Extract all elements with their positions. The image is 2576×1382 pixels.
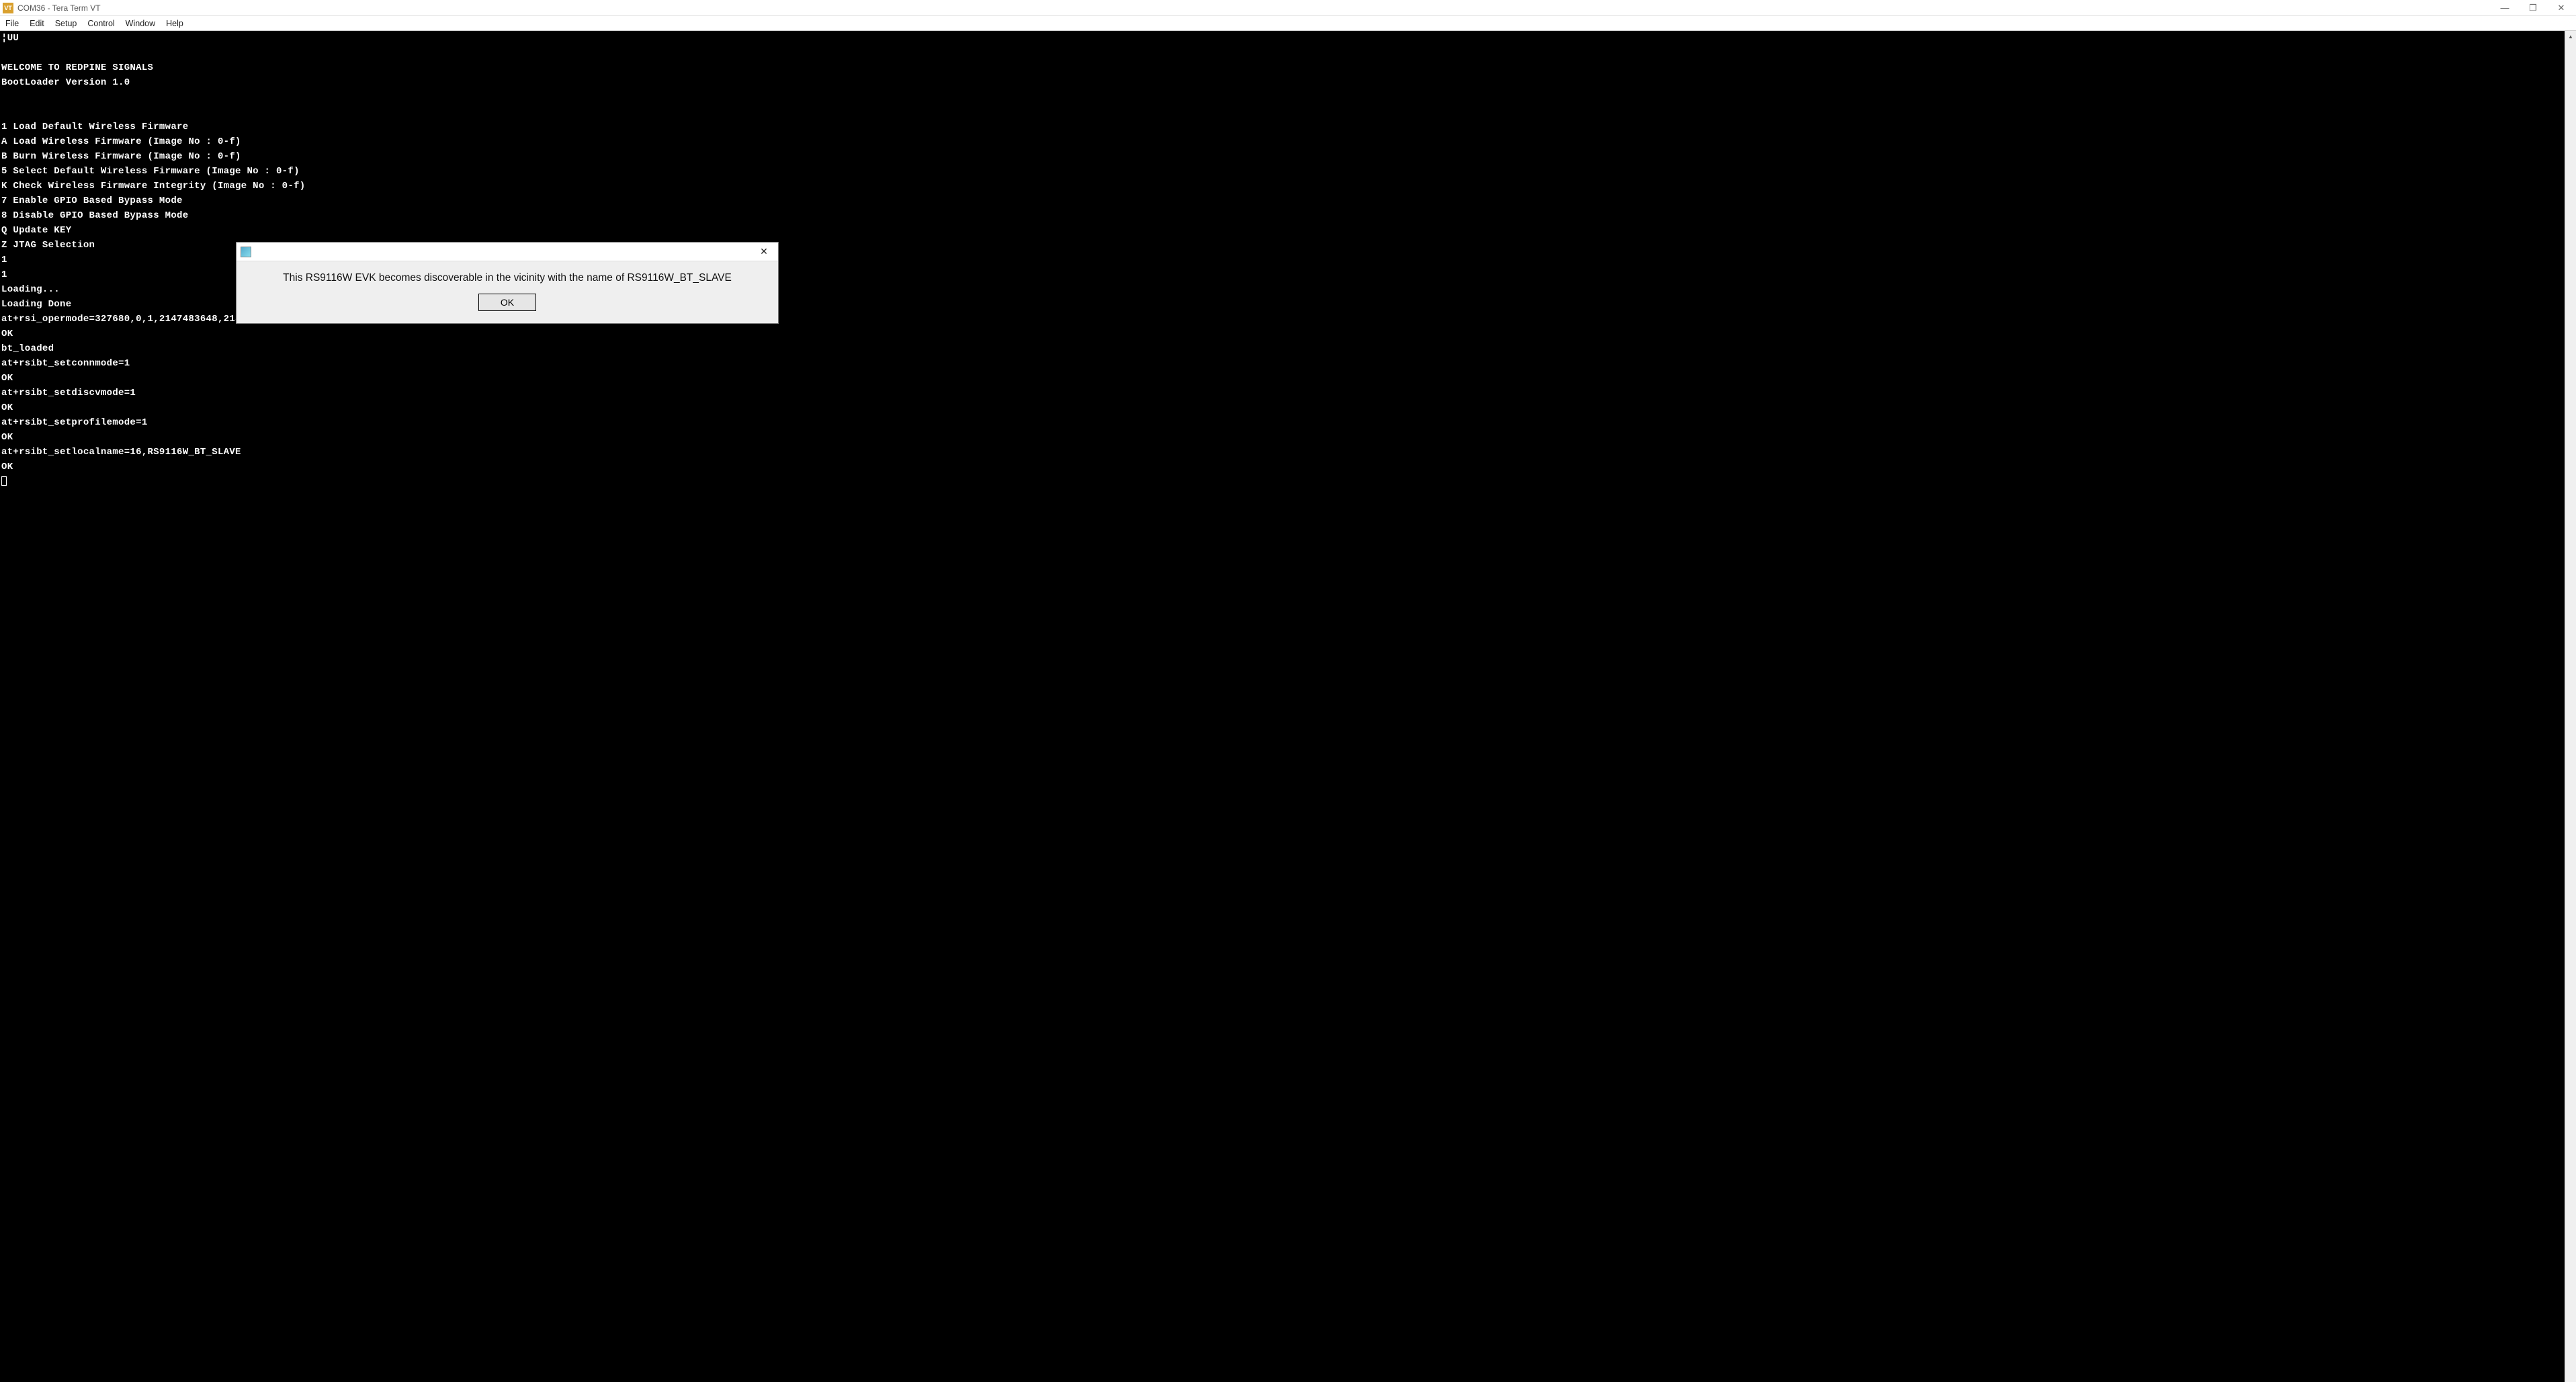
window-controls: — ❐ ✕ [2497, 3, 2573, 13]
terminal-line: BootLoader Version 1.0 [1, 75, 2563, 90]
scroll-up-icon[interactable]: ▲ [2565, 31, 2576, 42]
terminal-line: at+rsibt_setprofilemode=1 [1, 415, 2563, 430]
terminal-line: 8 Disable GPIO Based Bypass Mode [1, 208, 2563, 223]
dialog-body: This RS9116W EVK becomes discoverable in… [237, 261, 778, 323]
terminal-line: ¦UU [1, 31, 2563, 46]
menu-edit[interactable]: Edit [30, 19, 44, 28]
titlebar: VT COM36 - Tera Term VT — ❐ ✕ [0, 0, 2576, 16]
terminal[interactable]: ¦UU WELCOME TO REDPINE SIGNALSBootLoader… [0, 31, 2565, 1382]
terminal-line: at+rsibt_setdiscvmode=1 [1, 386, 2563, 400]
terminal-line: B Burn Wireless Firmware (Image No : 0-f… [1, 149, 2563, 164]
terminal-line [1, 90, 2563, 105]
terminal-line: at+rsibt_setconnmode=1 [1, 356, 2563, 371]
message-dialog: ✕ This RS9116W EVK becomes discoverable … [236, 242, 779, 324]
terminal-line: OK [1, 371, 2563, 386]
window-title: COM36 - Tera Term VT [17, 3, 2497, 13]
ok-button[interactable]: OK [478, 294, 536, 311]
terminal-line: K Check Wireless Firmware Integrity (Ima… [1, 179, 2563, 193]
terminal-line: bt_loaded [1, 341, 2563, 356]
terminal-wrapper: ¦UU WELCOME TO REDPINE SIGNALSBootLoader… [0, 31, 2576, 1382]
close-button[interactable]: ✕ [2553, 3, 2569, 13]
terminal-line: Q Update KEY [1, 223, 2563, 238]
terminal-line: at+rsibt_setlocalname=16,RS9116W_BT_SLAV… [1, 445, 2563, 460]
terminal-line: OK [1, 430, 2563, 445]
terminal-line: 5 Select Default Wireless Firmware (Imag… [1, 164, 2563, 179]
terminal-line: WELCOME TO REDPINE SIGNALS [1, 60, 2563, 75]
terminal-line: 7 Enable GPIO Based Bypass Mode [1, 193, 2563, 208]
menubar: File Edit Setup Control Window Help [0, 16, 2576, 31]
terminal-line [1, 46, 2563, 60]
maximize-button[interactable]: ❐ [2525, 3, 2541, 13]
terminal-line: OK [1, 460, 2563, 474]
terminal-line [1, 105, 2563, 120]
terminal-cursor-line [1, 474, 2563, 489]
menu-help[interactable]: Help [166, 19, 183, 28]
scrollbar[interactable]: ▲ [2565, 31, 2576, 1382]
terminal-line: 1 Load Default Wireless Firmware [1, 120, 2563, 134]
menu-window[interactable]: Window [126, 19, 155, 28]
app-icon: VT [3, 3, 13, 13]
menu-file[interactable]: File [5, 19, 19, 28]
dialog-message: This RS9116W EVK becomes discoverable in… [250, 271, 765, 294]
minimize-button[interactable]: — [2497, 3, 2513, 13]
terminal-line: OK [1, 327, 2563, 341]
dialog-icon [241, 247, 251, 257]
terminal-line: OK [1, 400, 2563, 415]
menu-setup[interactable]: Setup [55, 19, 77, 28]
cursor-icon [1, 476, 7, 486]
dialog-titlebar[interactable]: ✕ [237, 243, 778, 261]
terminal-line: A Load Wireless Firmware (Image No : 0-f… [1, 134, 2563, 149]
dialog-close-button[interactable]: ✕ [754, 246, 774, 257]
menu-control[interactable]: Control [87, 19, 114, 28]
